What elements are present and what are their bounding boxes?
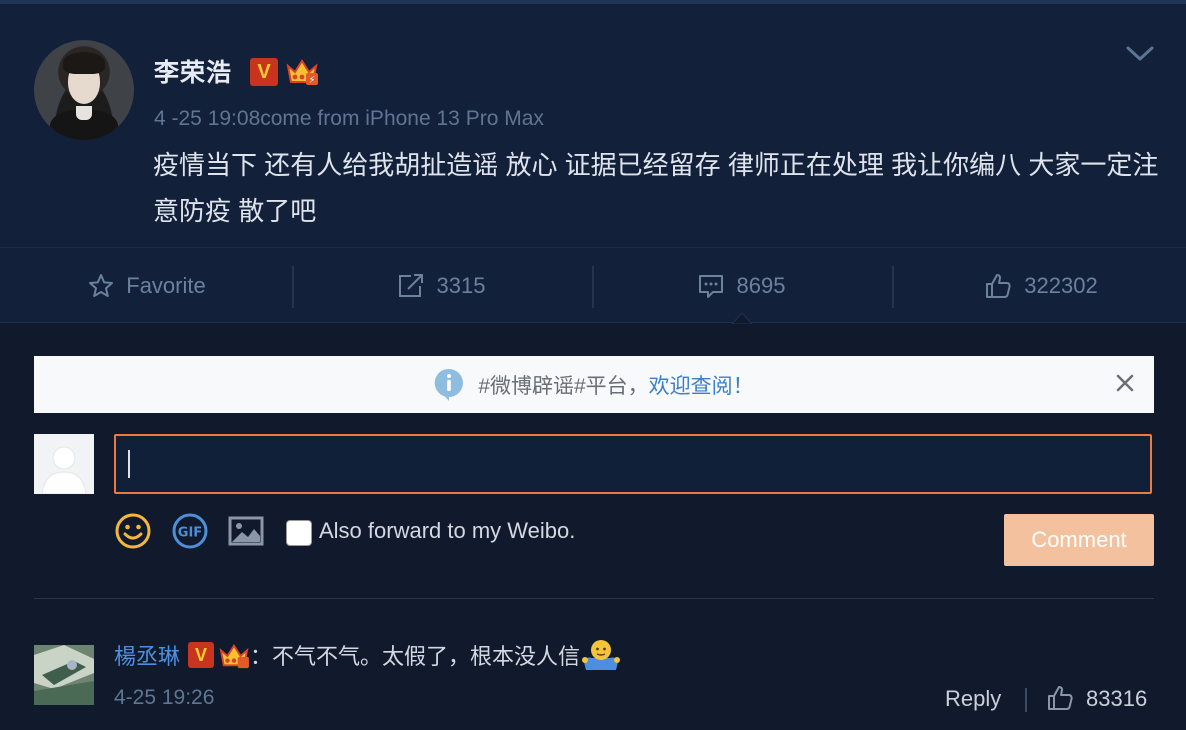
forward-count: 3315	[436, 273, 486, 298]
shrug-emoji-icon	[582, 640, 621, 670]
comment-time: 4-25 19:26	[114, 686, 215, 709]
comment-line: 楊丞琳 V ：不气不气。太假了，根本没人信	[114, 637, 621, 673]
forward-checkbox-label[interactable]: Also forward to my Weibo.	[319, 518, 575, 544]
author-name[interactable]: 李荣浩	[154, 53, 232, 89]
image-icon[interactable]	[227, 512, 265, 550]
composer-divider	[34, 598, 1154, 599]
banner-link[interactable]: 欢迎查阅！	[649, 370, 754, 400]
crown-icon	[219, 643, 249, 669]
svg-text:⚡: ⚡	[308, 75, 315, 86]
comment-action-separator	[1025, 688, 1027, 712]
emoji-icon[interactable]	[114, 512, 152, 550]
forward-button[interactable]: 3315	[294, 248, 588, 324]
tab-pointer	[732, 313, 752, 324]
close-icon[interactable]	[1114, 372, 1136, 394]
crown-icon: ⚡	[286, 59, 318, 86]
comment-like-count: 83316	[1086, 686, 1148, 711]
post-text: 疫情当下 还有人给我胡扯造谣 放心 证据已经留存 律师正在处理 我让你编八 大家…	[153, 150, 1159, 226]
forward-icon	[398, 274, 423, 297]
reply-button[interactable]: Reply	[945, 686, 1001, 712]
author-avatar[interactable]	[34, 40, 134, 140]
post-action-bar: Favorite 3315 8695 322302	[0, 247, 1186, 323]
star-icon	[89, 274, 114, 297]
banner-text: #微博辟谣#平台，	[478, 374, 649, 398]
gif-icon[interactable]: GIF	[171, 512, 209, 550]
commenter-avatar[interactable]	[34, 645, 94, 705]
favorite-button[interactable]: Favorite	[0, 248, 294, 324]
thumbs-up-icon[interactable]	[1046, 684, 1074, 712]
comment-icon	[698, 275, 723, 298]
post-timestamp: 4 -25 19:08come from iPhone 13 Pro Max	[154, 107, 544, 130]
rumor-notice-banner: #微博辟谣#平台， 欢迎查阅！	[34, 356, 1154, 413]
verified-badge: V	[250, 58, 278, 86]
thumbs-up-icon	[986, 274, 1011, 298]
comment-input[interactable]	[114, 434, 1152, 494]
commenter-verified-badge: V	[188, 642, 215, 668]
comment-count: 8695	[736, 273, 786, 298]
commenter-name[interactable]: 楊丞琳	[114, 639, 180, 671]
text-caret	[128, 450, 130, 478]
comment-text: ：不气不气。太假了，根本没人信	[250, 644, 581, 669]
favorite-label: Favorite	[126, 273, 206, 298]
info-icon	[435, 368, 464, 401]
chevron-down-icon[interactable]	[1124, 40, 1156, 66]
like-count: 322302	[1024, 273, 1098, 298]
svg-text:GIF: GIF	[178, 526, 202, 541]
like-button[interactable]: 322302	[894, 248, 1186, 324]
comment-submit-button[interactable]: Comment	[1004, 514, 1154, 566]
current-user-avatar	[34, 434, 94, 494]
forward-checkbox[interactable]	[286, 520, 312, 546]
